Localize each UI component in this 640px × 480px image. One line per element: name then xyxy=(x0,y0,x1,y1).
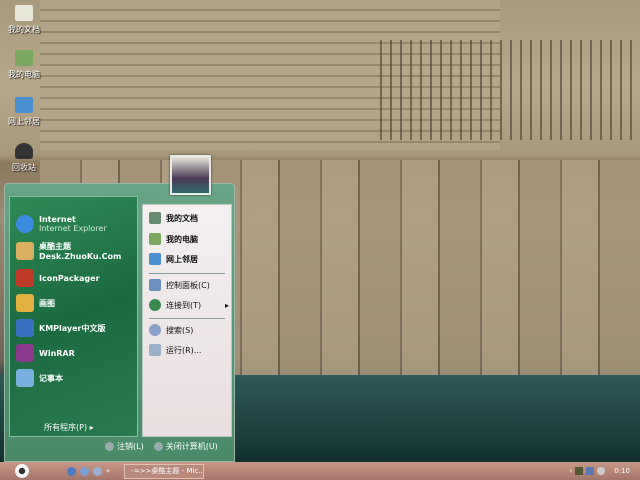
start-button[interactable] xyxy=(15,464,29,478)
item-subtitle: Internet Explorer xyxy=(39,224,107,233)
iconpackager-icon xyxy=(16,269,34,287)
shutdown-label: 关闭计算机(U) xyxy=(165,442,218,451)
taskbar-button-ie[interactable]: -=>>桌酷主题 - Mic... xyxy=(124,463,205,479)
item-label: 运行(R)... xyxy=(166,345,202,355)
network-icon xyxy=(149,253,161,265)
item-label: 网上邻居 xyxy=(166,254,198,264)
arrow-right-icon: ▸ xyxy=(89,423,94,432)
zhuoku-icon xyxy=(16,242,34,260)
tray-app-icon[interactable] xyxy=(575,467,584,475)
item-title: WinRAR xyxy=(39,348,75,358)
wallpaper-railing xyxy=(380,40,640,140)
clock[interactable]: 0:10 xyxy=(614,467,630,475)
winrar-icon xyxy=(16,344,34,362)
places-panel: 我的文档 我的电脑 网上邻居 控制面板(C) 连接到(T) ▸ 搜索(S) 运行(… xyxy=(142,204,232,437)
menu-item-notepad[interactable]: 记事本 xyxy=(16,369,63,387)
network-icon xyxy=(15,97,33,113)
taskbar: » -=>>桌酷主题 - Mic... ‹ 0:10 xyxy=(0,462,640,480)
ie-icon xyxy=(16,215,34,233)
network-tray-icon[interactable] xyxy=(586,467,595,475)
my-documents-icon xyxy=(149,212,161,224)
desktop-icon-my-computer[interactable]: 我的电脑 xyxy=(2,50,46,80)
menu-item-my-computer[interactable]: 我的电脑 xyxy=(149,233,198,245)
menu-item-run[interactable]: 运行(R)... xyxy=(149,344,201,356)
media-icon[interactable] xyxy=(80,466,89,476)
start-menu-footer: 注销(L) 关闭计算机(U) xyxy=(105,441,218,452)
quick-launch: » xyxy=(67,466,110,476)
user-avatar[interactable] xyxy=(170,155,211,195)
item-title: IconPackager xyxy=(39,273,100,283)
paint-icon xyxy=(16,294,34,312)
kmplayer-icon xyxy=(16,319,34,337)
connect-icon xyxy=(149,299,161,311)
notepad-icon xyxy=(16,369,34,387)
desktop-icon-label: 回收站 xyxy=(12,163,36,172)
item-title: 记事本 xyxy=(39,373,63,383)
desktop-icon-label: 我的电脑 xyxy=(8,70,40,79)
divider xyxy=(149,273,225,274)
desktop-icon-recycle-bin[interactable]: 回收站 xyxy=(2,143,46,173)
all-programs-button[interactable]: 所有程序(P) ▸ xyxy=(44,422,94,433)
my-computer-icon xyxy=(15,50,33,66)
ie-icon[interactable] xyxy=(67,466,76,476)
item-title: Internet xyxy=(39,215,76,224)
item-label: 我的电脑 xyxy=(166,234,198,244)
desktop-icon-label: 网上邻居 xyxy=(8,117,40,126)
item-label: 我的文档 xyxy=(166,213,198,223)
search-icon xyxy=(149,324,161,336)
menu-item-paint[interactable]: 画图 xyxy=(16,294,55,312)
item-label: 控制面板(C) xyxy=(166,280,210,290)
system-tray: ‹ 0:10 xyxy=(569,467,640,475)
menu-item-internet[interactable]: Internet Internet Explorer xyxy=(16,215,107,233)
desktop-icon-network[interactable]: 网上邻居 xyxy=(2,97,46,127)
menu-item-kmplayer[interactable]: KMPlayer中文版 xyxy=(16,319,106,337)
shutdown-button[interactable]: 关闭计算机(U) xyxy=(153,441,218,452)
desktop-icon[interactable] xyxy=(93,466,102,476)
volume-icon[interactable] xyxy=(597,467,606,475)
desktop-icon-my-documents[interactable]: 我的文档 xyxy=(2,5,46,35)
divider xyxy=(149,318,225,319)
start-menu: Internet Internet Explorer 桌酷主题 Desk.ZhuoK… xyxy=(4,183,235,462)
logoff-icon xyxy=(105,442,114,451)
task-label: -=>>桌酷主题 - Mic... xyxy=(131,467,205,475)
all-programs-label: 所有程序(P) xyxy=(44,423,88,432)
quick-launch-chevron-icon[interactable]: » xyxy=(106,467,110,476)
menu-item-connect-to[interactable]: 连接到(T) ▸ xyxy=(149,299,229,311)
tray-chevron-icon[interactable]: ‹ xyxy=(569,467,572,475)
my-computer-icon xyxy=(149,233,161,245)
menu-item-my-documents[interactable]: 我的文档 xyxy=(149,212,198,224)
item-label: 搜索(S) xyxy=(166,325,194,335)
menu-item-network[interactable]: 网上邻居 xyxy=(149,253,198,265)
control-panel-icon xyxy=(149,279,161,291)
item-title: 桌酷主题 xyxy=(39,242,71,251)
recycle-bin-icon xyxy=(15,143,33,159)
submenu-arrow-icon: ▸ xyxy=(224,300,229,310)
logoff-button[interactable]: 注销(L) xyxy=(105,441,144,452)
pinned-programs-panel: Internet Internet Explorer 桌酷主题 Desk.ZhuoK… xyxy=(9,196,138,437)
item-title: KMPlayer中文版 xyxy=(39,323,106,333)
my-documents-icon xyxy=(15,5,33,21)
logoff-label: 注销(L) xyxy=(117,442,144,451)
item-title: 画图 xyxy=(39,298,55,308)
power-icon xyxy=(153,442,163,451)
item-subtitle: Desk.ZhuoKu.Com xyxy=(39,252,122,261)
menu-item-zhuoku[interactable]: 桌酷主题 Desk.ZhuoKu.Com xyxy=(16,241,121,261)
item-label: 连接到(T) xyxy=(166,300,202,310)
menu-item-control-panel[interactable]: 控制面板(C) xyxy=(149,279,210,291)
menu-item-winrar[interactable]: WinRAR xyxy=(16,344,75,362)
menu-item-search[interactable]: 搜索(S) xyxy=(149,324,193,336)
desktop-icon-label: 我的文档 xyxy=(8,25,40,34)
menu-item-iconpackager[interactable]: IconPackager xyxy=(16,269,100,287)
run-icon xyxy=(149,344,161,356)
